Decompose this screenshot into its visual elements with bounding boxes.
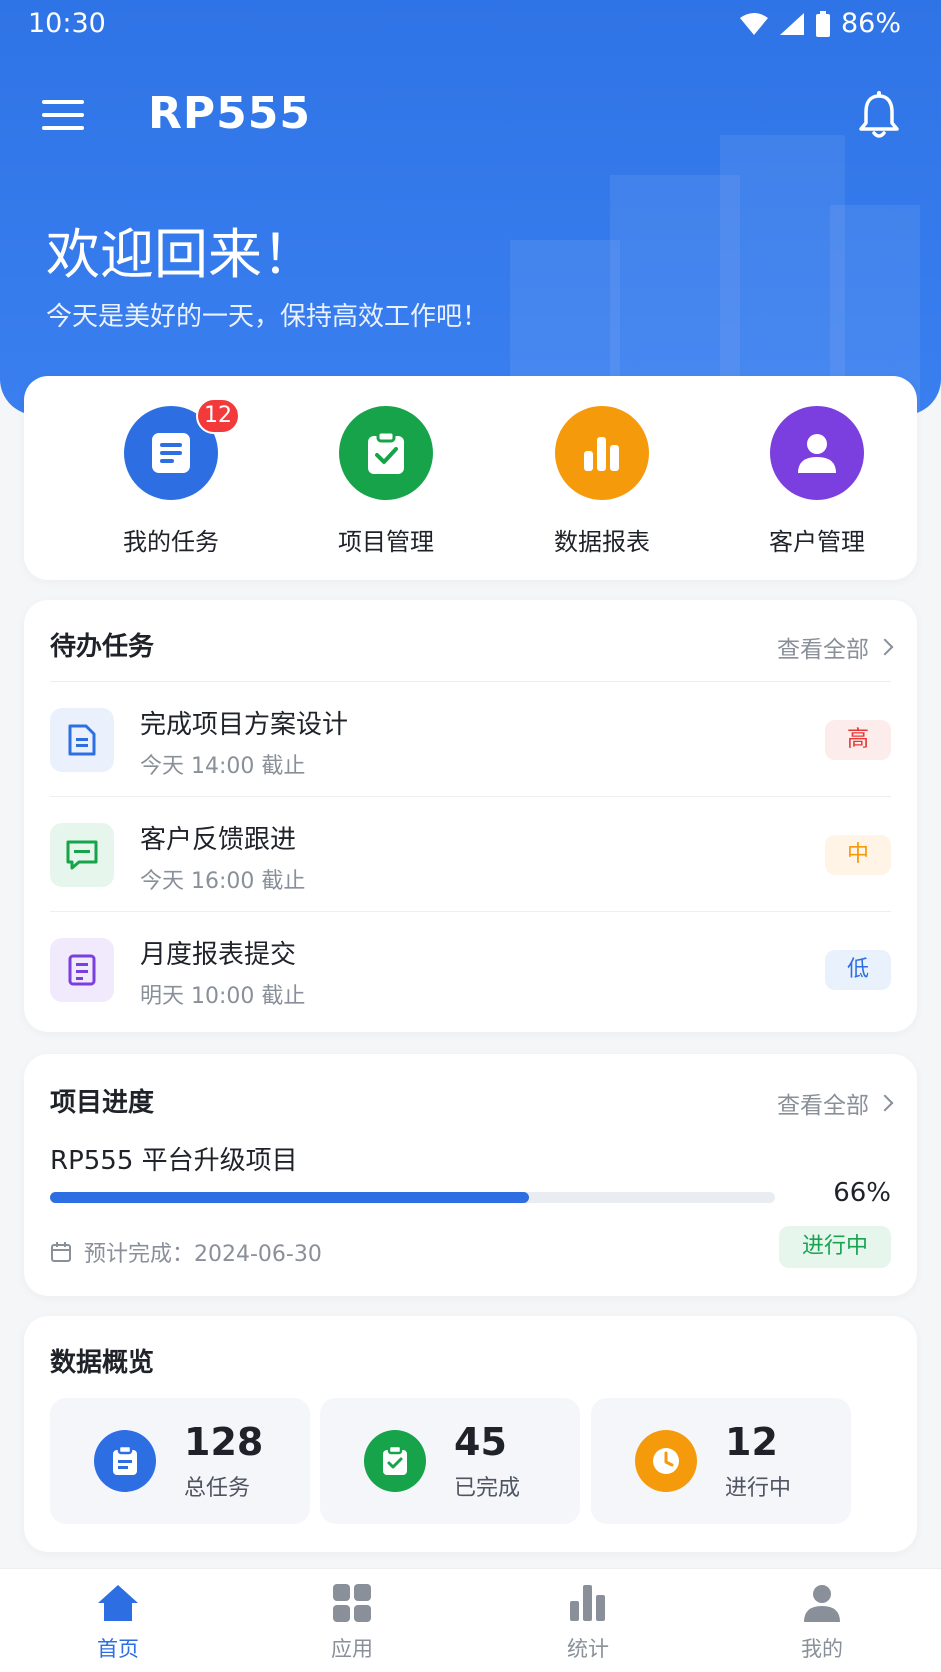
task-item[interactable]: 月度报表提交 明天 10:00 截止 低 bbox=[24, 912, 917, 1026]
task-item[interactable]: 客户反馈跟进 今天 16:00 截止 中 bbox=[24, 797, 917, 911]
bar-chart-icon bbox=[570, 1585, 605, 1621]
quick-action-project-management[interactable]: 项目管理 bbox=[296, 406, 476, 557]
clipboard-check-icon bbox=[364, 1430, 426, 1492]
person-icon bbox=[770, 406, 864, 500]
stat-label: 已完成 bbox=[454, 1476, 521, 1501]
priority-badge: 中 bbox=[825, 835, 891, 875]
stat-value: 45 bbox=[454, 1420, 507, 1464]
stat-in-progress[interactable]: 12 进行中 bbox=[591, 1398, 851, 1524]
bar-chart-icon bbox=[555, 406, 649, 500]
tab-label: 我的 bbox=[801, 1637, 843, 1661]
building-decoration bbox=[720, 135, 845, 415]
quick-action-label: 数据报表 bbox=[554, 528, 650, 556]
clock-icon bbox=[635, 1430, 697, 1492]
grid-icon bbox=[333, 1584, 371, 1622]
task-title: 完成项目方案设计 bbox=[140, 710, 349, 740]
quick-action-label: 我的任务 bbox=[123, 528, 219, 556]
quick-action-data-reports[interactable]: 数据报表 bbox=[512, 406, 692, 557]
status-time: 10:30 bbox=[28, 8, 106, 39]
priority-badge: 高 bbox=[825, 720, 891, 760]
chevron-right-icon bbox=[876, 1094, 894, 1112]
tab-statistics[interactable]: 统计 bbox=[528, 1583, 648, 1663]
todo-view-all-link[interactable]: 查看全部 bbox=[777, 630, 894, 664]
clipboard-icon bbox=[94, 1430, 156, 1492]
document-icon bbox=[50, 708, 114, 772]
stat-label: 总任务 bbox=[184, 1476, 251, 1501]
menu-icon[interactable] bbox=[42, 100, 84, 132]
tab-home[interactable]: 首页 bbox=[58, 1583, 178, 1663]
notification-badge: 12 bbox=[196, 398, 240, 434]
task-item[interactable]: 完成项目方案设计 今天 14:00 截止 高 bbox=[24, 682, 917, 796]
quick-action-customer-management[interactable]: 客户管理 bbox=[727, 406, 907, 557]
progress-bar-fill bbox=[50, 1192, 529, 1203]
tab-profile[interactable]: 我的 bbox=[762, 1583, 882, 1663]
quick-action-label: 项目管理 bbox=[338, 528, 434, 556]
quick-actions-card: 12 我的任务 项目管理 数据报表 客户管理 bbox=[24, 376, 917, 580]
stat-value: 128 bbox=[184, 1420, 264, 1464]
todo-title: 待办任务 bbox=[50, 632, 155, 662]
tab-apps[interactable]: 应用 bbox=[292, 1583, 412, 1663]
data-overview-card: 数据概览 128 总任务 45 已完成 12 进行中 bbox=[24, 1316, 917, 1552]
stat-completed[interactable]: 45 已完成 bbox=[320, 1398, 580, 1524]
app-bar: RP555 bbox=[0, 80, 941, 150]
task-due: 明天 10:00 截止 bbox=[140, 984, 306, 1009]
tab-label: 应用 bbox=[331, 1637, 373, 1661]
progress-view-all-link[interactable]: 查看全部 bbox=[777, 1086, 894, 1120]
calendar-icon bbox=[51, 1242, 71, 1262]
project-progress-card: 项目进度 查看全部 RP555 平台升级项目 66% 预计完成：2024-06-… bbox=[24, 1054, 917, 1296]
welcome-subtitle: 今天是美好的一天，保持高效工作吧！ bbox=[46, 302, 489, 332]
bell-icon[interactable] bbox=[857, 90, 901, 140]
chat-icon bbox=[50, 823, 114, 887]
home-icon bbox=[98, 1585, 138, 1621]
stat-value: 12 bbox=[725, 1420, 778, 1464]
battery-level: 86% bbox=[840, 8, 901, 39]
wifi-icon bbox=[739, 12, 768, 35]
task-due: 今天 16:00 截止 bbox=[140, 869, 306, 894]
progress-percent: 66% bbox=[833, 1178, 891, 1208]
project-due: 预计完成：2024-06-30 bbox=[50, 1236, 322, 1268]
tab-label: 首页 bbox=[97, 1637, 139, 1661]
project-name: RP555 平台升级项目 bbox=[50, 1146, 298, 1176]
quick-action-label: 客户管理 bbox=[769, 528, 865, 556]
signal-icon bbox=[779, 12, 804, 35]
project-due-text: 预计完成：2024-06-30 bbox=[84, 1242, 322, 1267]
battery-icon bbox=[815, 10, 830, 37]
view-all-label: 查看全部 bbox=[777, 1093, 869, 1119]
progress-bar bbox=[50, 1192, 775, 1203]
priority-badge: 低 bbox=[825, 950, 891, 990]
view-all-label: 查看全部 bbox=[777, 637, 869, 663]
progress-title: 项目进度 bbox=[50, 1088, 155, 1118]
tab-label: 统计 bbox=[567, 1637, 609, 1661]
bottom-tab-bar: 首页 应用 统计 我的 bbox=[0, 1568, 941, 1672]
stat-label: 进行中 bbox=[725, 1476, 792, 1501]
welcome-title: 欢迎回来！ bbox=[46, 223, 316, 286]
header-banner bbox=[0, 0, 941, 415]
project-status-badge: 进行中 bbox=[779, 1226, 891, 1268]
task-due: 今天 14:00 截止 bbox=[140, 754, 306, 779]
chevron-right-icon bbox=[876, 638, 894, 656]
report-icon bbox=[50, 938, 114, 1002]
stat-total-tasks[interactable]: 128 总任务 bbox=[50, 1398, 310, 1524]
quick-action-my-tasks[interactable]: 12 我的任务 bbox=[81, 398, 261, 557]
task-title: 月度报表提交 bbox=[140, 940, 297, 970]
clipboard-check-icon bbox=[339, 406, 433, 500]
document-icon: 12 bbox=[124, 398, 240, 500]
todo-card: 待办任务 查看全部 完成项目方案设计 今天 14:00 截止 高 客户反馈跟进 … bbox=[24, 600, 917, 1032]
task-title: 客户反馈跟进 bbox=[140, 825, 297, 855]
person-icon bbox=[804, 1585, 840, 1622]
status-bar: 10:30 86% bbox=[0, 0, 941, 50]
overview-title: 数据概览 bbox=[50, 1348, 155, 1378]
app-title: RP555 bbox=[148, 88, 311, 139]
